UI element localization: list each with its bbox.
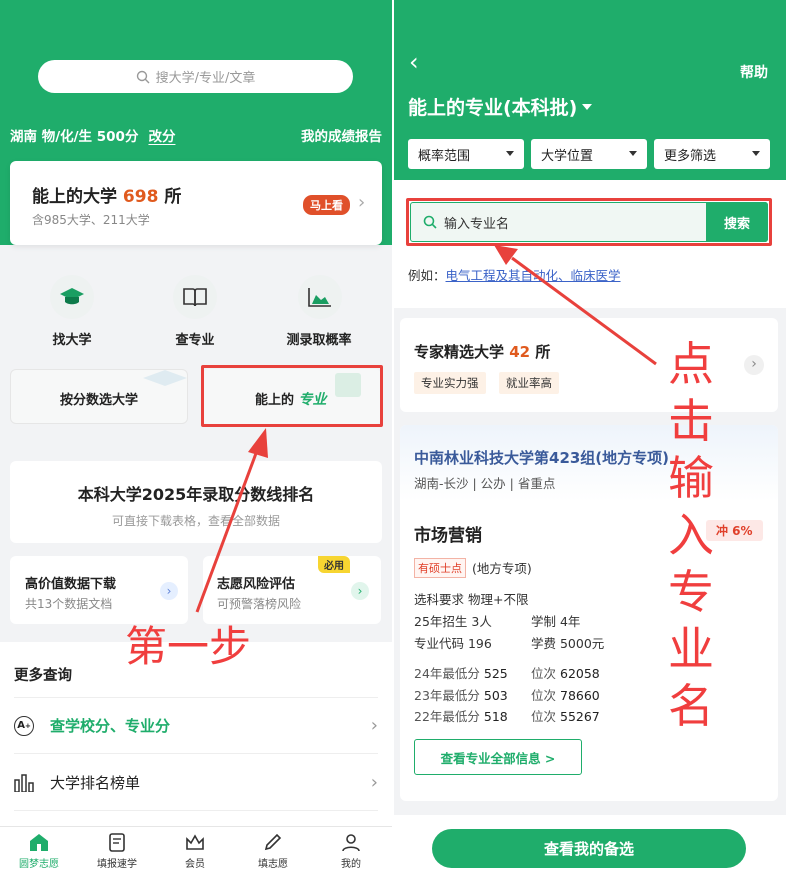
annotation-arrow-left <box>195 428 268 613</box>
right-screen: ‹ 帮助 能上的专业(本科批) 概率范围 大学位置 更多筛选 输入专业名 搜索 … <box>394 0 786 879</box>
annotation-step-one: 第一步 <box>125 622 252 671</box>
left-screen: 搜大学/专业/文章 湖南 物/化/生 500分 改分 我的成绩报告 能上的大学 … <box>0 0 392 879</box>
annotation-click-input-major: 点 击 输 入 专 业 名 <box>668 337 714 733</box>
annotation-arrow-right <box>494 245 657 366</box>
